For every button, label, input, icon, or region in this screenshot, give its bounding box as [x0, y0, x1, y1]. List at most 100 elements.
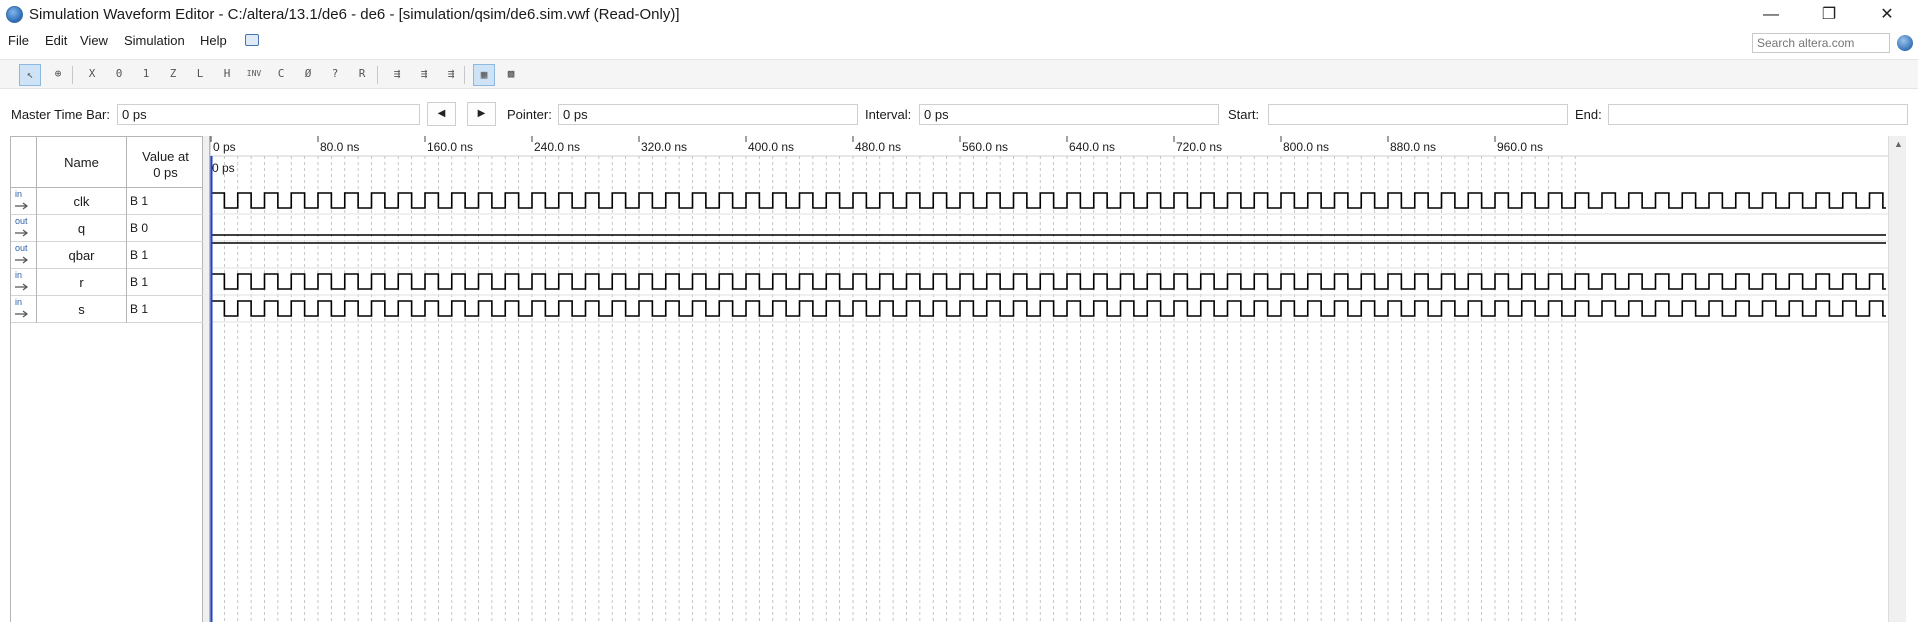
ruler-tick-label: 880.0 ns	[1390, 140, 1436, 154]
signal-input-icon: in	[11, 296, 37, 323]
zoom-tool-icon[interactable]: ⊕	[47, 64, 69, 86]
waveform-area: Name Value at 0 ps in clk B 1 out q B 0 out qba…	[0, 136, 1918, 622]
ruler-tick-label: 80.0 ns	[320, 140, 359, 154]
overwrite-clock-icon[interactable]: Ø	[297, 64, 319, 86]
ruler-tick-label: 320.0 ns	[641, 140, 687, 154]
feedback-icon[interactable]	[245, 34, 259, 46]
functional-simulation-icon[interactable]: ⇶	[386, 64, 408, 86]
signal-value: B 1	[130, 302, 149, 316]
maximize-button[interactable]: ❐	[1800, 0, 1858, 30]
ruler-tick-label: 0 ps	[213, 140, 236, 154]
menu-view[interactable]: View	[80, 33, 108, 48]
signal-input-icon: in	[11, 269, 37, 296]
ruler-tick-label: 400.0 ns	[748, 140, 794, 154]
menu-file[interactable]: File	[8, 33, 29, 48]
random-value-icon[interactable]: R	[351, 64, 373, 86]
end-field[interactable]	[1608, 104, 1908, 125]
signal-output-icon: out	[11, 242, 37, 269]
signal-value: B 1	[130, 275, 149, 289]
signal-output-icon: out	[11, 215, 37, 242]
time-bar: Master Time Bar: 0 ps ◀ ▶ Pointer: 0 ps …	[0, 99, 1918, 129]
window-title: Simulation Waveform Editor - C:/altera/1…	[29, 6, 680, 23]
signal-name[interactable]: s	[37, 296, 127, 323]
arbitrary-value-icon[interactable]: ?	[324, 64, 346, 86]
master-time-bar-field[interactable]: 0 ps	[117, 104, 420, 125]
toolbar-separator	[377, 66, 378, 84]
signal-list-panel: Name Value at 0 ps in clk B 1 out q B 0 out qba…	[10, 136, 204, 622]
value-header-line1: Value at	[142, 149, 189, 164]
signal-arrow-icon	[15, 202, 28, 210]
signal-direction-label: out	[15, 216, 28, 226]
ruler-tick-label: 160.0 ns	[427, 140, 473, 154]
toolbar-separator	[464, 66, 465, 84]
signal-row[interactable]: in s B 1	[11, 296, 204, 323]
start-label: Start:	[1228, 107, 1260, 122]
signal-row[interactable]: in clk B 1	[11, 188, 204, 215]
snap-to-grid-icon[interactable]: ▦	[473, 64, 495, 86]
type-column-header	[11, 137, 37, 188]
signal-row[interactable]: out qbar B 1	[11, 242, 204, 269]
next-transition-button[interactable]: ▶	[467, 102, 496, 126]
count-value-icon[interactable]: C	[270, 64, 292, 86]
value-column-header[interactable]: Value at 0 ps	[127, 137, 204, 188]
menu-edit[interactable]: Edit	[45, 33, 67, 48]
search-globe-icon[interactable]	[1897, 35, 1913, 51]
waveform-panel[interactable]: 0 ps 80.0 ns 160.0 ns 240.0 ns 320.0 ns 400.0…	[209, 136, 1908, 622]
ruler-tick-label: 960.0 ns	[1497, 140, 1543, 154]
app-icon	[6, 6, 23, 23]
signal-row[interactable]: in r B 1	[11, 269, 204, 296]
title-bar: Simulation Waveform Editor - C:/altera/1…	[0, 0, 1918, 30]
ruler-tick-label: 240.0 ns	[534, 140, 580, 154]
minimize-button[interactable]: —	[1742, 0, 1800, 30]
signal-arrow-icon	[15, 283, 28, 291]
signal-name[interactable]: clk	[37, 188, 127, 215]
signal-value: B 1	[130, 194, 149, 208]
force-low-icon[interactable]: 0	[108, 64, 130, 86]
netlist-icon[interactable]: ⇶	[440, 64, 462, 86]
signal-input-icon: in	[11, 188, 37, 215]
pointer-field[interactable]: 0 ps	[558, 104, 858, 125]
force-weak-low-icon[interactable]: L	[189, 64, 211, 86]
panel-splitter[interactable]	[203, 136, 210, 622]
scroll-up-arrow-icon[interactable]: ▲	[1894, 139, 1903, 149]
vertical-scrollbar[interactable]: ▲	[1888, 136, 1906, 622]
force-high-icon[interactable]: 1	[135, 64, 157, 86]
force-weak-high-icon[interactable]: H	[216, 64, 238, 86]
cursor-time-label: 0 ps	[212, 161, 235, 175]
interval-field[interactable]: 0 ps	[919, 104, 1219, 125]
timing-simulation-icon[interactable]: ⇶	[413, 64, 435, 86]
menu-bar: File Edit View Simulation Help	[0, 30, 1918, 52]
force-unknown-icon[interactable]: X	[81, 64, 103, 86]
grid-settings-icon[interactable]: ▩	[500, 64, 522, 86]
selection-tool-icon[interactable]: ↖	[19, 64, 41, 86]
signal-name[interactable]: qbar	[37, 242, 127, 269]
value-header-line2: 0 ps	[153, 165, 178, 180]
menu-simulation[interactable]: Simulation	[124, 33, 185, 48]
ruler-tick-label: 640.0 ns	[1069, 140, 1115, 154]
signal-arrow-icon	[15, 256, 28, 264]
master-time-bar-label: Master Time Bar:	[11, 107, 110, 122]
force-high-impedance-icon[interactable]: Z	[162, 64, 184, 86]
name-column-header[interactable]: Name	[37, 137, 127, 188]
waveform-background	[210, 136, 1888, 622]
invert-icon[interactable]: INV	[243, 64, 265, 86]
ruler-tick-label: 560.0 ns	[962, 140, 1008, 154]
menu-help[interactable]: Help	[200, 33, 227, 48]
signal-name[interactable]: q	[37, 215, 127, 242]
signal-direction-label: out	[15, 243, 28, 253]
ruler-tick-label: 800.0 ns	[1283, 140, 1329, 154]
signal-arrow-icon	[15, 310, 28, 318]
signal-direction-label: in	[15, 297, 23, 307]
signal-direction-label: in	[15, 189, 23, 199]
pointer-label: Pointer:	[507, 107, 552, 122]
interval-label: Interval:	[865, 107, 912, 122]
signal-row[interactable]: out q B 0	[11, 215, 204, 242]
signal-direction-label: in	[15, 270, 23, 280]
signal-value: B 0	[130, 221, 149, 235]
signal-name[interactable]: r	[37, 269, 127, 296]
start-field[interactable]	[1268, 104, 1568, 125]
waveform-canvas[interactable]: 0 ps 80.0 ns 160.0 ns 240.0 ns 320.0 ns 400.0…	[209, 136, 1888, 622]
close-button[interactable]: ✕	[1858, 0, 1916, 30]
previous-transition-button[interactable]: ◀	[427, 102, 456, 126]
search-input[interactable]	[1752, 33, 1890, 53]
